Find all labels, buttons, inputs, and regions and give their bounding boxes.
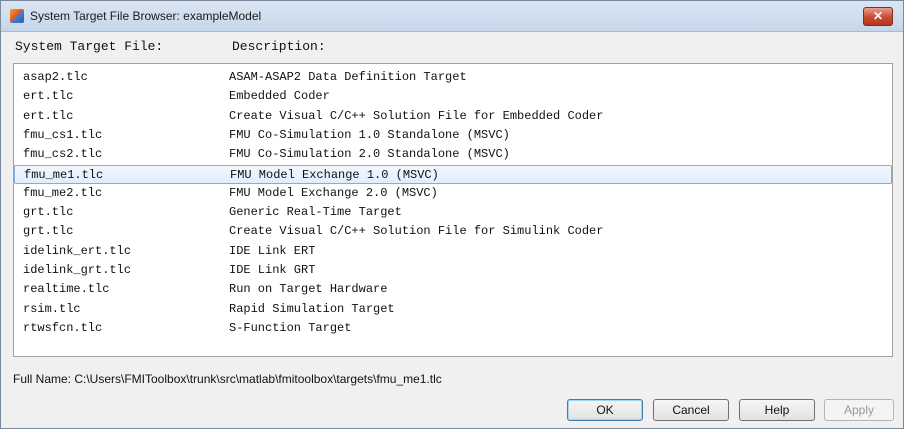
list-header: System Target File: Description: bbox=[13, 34, 893, 60]
window-title: System Target File Browser: exampleModel bbox=[30, 9, 262, 23]
full-name-label: Full Name: C:\Users\FMIToolbox\trunk\src… bbox=[13, 372, 442, 386]
list-item[interactable]: rtwsfcn.tlc S-Function Target bbox=[14, 319, 892, 338]
apply-button[interactable]: Apply bbox=[824, 399, 894, 421]
cancel-button[interactable]: Cancel bbox=[653, 399, 729, 421]
dialog-window: System Target File Browser: exampleModel… bbox=[0, 0, 904, 429]
list-item-description: IDE Link GRT bbox=[229, 263, 316, 277]
list-item[interactable]: ert.tlc Create Visual C/C++ Solution File… bbox=[14, 107, 892, 126]
list-item-description: FMU Co-Simulation 2.0 Standalone (MSVC) bbox=[229, 147, 510, 162]
list-item-file: rtwsfcn.tlc bbox=[23, 320, 103, 335]
list-item-file: fmu_cs1.tlc bbox=[23, 127, 103, 142]
title-bar[interactable]: System Target File Browser: exampleModel… bbox=[1, 1, 903, 32]
list-item[interactable]: fmu_me1.tlc FMU Model Exchange 1.0 (MSVC) bbox=[14, 164, 892, 184]
list-item-description: Create Visual C/C++ Solution File for Em… bbox=[229, 108, 604, 123]
list-item-file: fmu_me2.tlc bbox=[23, 185, 103, 200]
list-item[interactable]: grt.tlc Generic Real-Time Target bbox=[14, 203, 892, 222]
list-item-file: ert.tlc bbox=[23, 108, 74, 123]
matlab-icon bbox=[10, 9, 24, 23]
list-item[interactable]: idelink_ert.tlc IDE Link ERT bbox=[14, 242, 892, 261]
list-item-description: Rapid Simulation Target bbox=[229, 301, 395, 316]
ok-button[interactable]: OK bbox=[567, 399, 643, 421]
list-item-description: FMU Co-Simulation 1.0 Standalone (MSVC) bbox=[229, 127, 510, 142]
list-item[interactable]: rsim.tlc Rapid Simulation Target bbox=[14, 300, 892, 319]
list-item[interactable]: grt.tlc Create Visual C/C++ Solution File… bbox=[14, 222, 892, 241]
list-item-description: FMU Model Exchange 2.0 (MSVC) bbox=[229, 185, 438, 200]
list-item-file: idelink_grt.tlc bbox=[23, 263, 132, 277]
close-button[interactable]: ✕ bbox=[863, 7, 893, 26]
list-item-description: Embedded Coder bbox=[229, 89, 330, 104]
header-description: Description: bbox=[232, 39, 326, 54]
list-item-file: asap2.tlc bbox=[23, 70, 88, 84]
target-file-list[interactable]: asap2.tlc ASAM-ASAP2 Data Definition Targ… bbox=[13, 63, 893, 357]
list-item[interactable]: asap2.tlc ASAM-ASAP2 Data Definition Targ… bbox=[14, 68, 892, 87]
list-item-file: rsim.tlc bbox=[23, 301, 81, 316]
list-item[interactable]: fmu_cs1.tlc FMU Co-Simulation 1.0 Standal… bbox=[14, 126, 892, 145]
list-item[interactable]: ert.tlc Embedded Coder bbox=[14, 87, 892, 106]
list-item-file: ert.tlc bbox=[23, 89, 74, 104]
list-item-description: IDE Link ERT bbox=[229, 243, 316, 258]
list-item-description: FMU Model Exchange 1.0 (MSVC) bbox=[230, 167, 439, 182]
help-button[interactable]: Help bbox=[739, 399, 815, 421]
list-item-file: realtime.tlc bbox=[23, 282, 110, 297]
list-item-file: fmu_cs2.tlc bbox=[23, 147, 103, 162]
list-item[interactable]: fmu_me2.tlc FMU Model Exchange 2.0 (MSVC) bbox=[14, 184, 892, 203]
list-item[interactable]: fmu_cs2.tlc FMU Co-Simulation 2.0 Standal… bbox=[14, 145, 892, 164]
list-item-description: Generic Real-Time Target bbox=[229, 205, 402, 220]
list-item-description: Create Visual C/C++ Solution File for Si… bbox=[229, 224, 604, 239]
list-item-description: Run on Target Hardware bbox=[229, 282, 388, 297]
list-item-file: idelink_ert.tlc bbox=[23, 243, 132, 258]
list-item[interactable]: realtime.tlc Run on Target Hardware bbox=[14, 280, 892, 299]
list-item-description: ASAM-ASAP2 Data Definition Target bbox=[229, 70, 467, 84]
list-item-description: S-Function Target bbox=[229, 320, 352, 335]
list-item[interactable]: idelink_grt.tlc IDE Link GRT bbox=[14, 261, 892, 280]
list-item-file: fmu_me1.tlc bbox=[24, 167, 104, 182]
list-item-file: grt.tlc bbox=[23, 205, 74, 220]
list-item-file: grt.tlc bbox=[23, 224, 74, 239]
header-file: System Target File: bbox=[15, 39, 164, 54]
